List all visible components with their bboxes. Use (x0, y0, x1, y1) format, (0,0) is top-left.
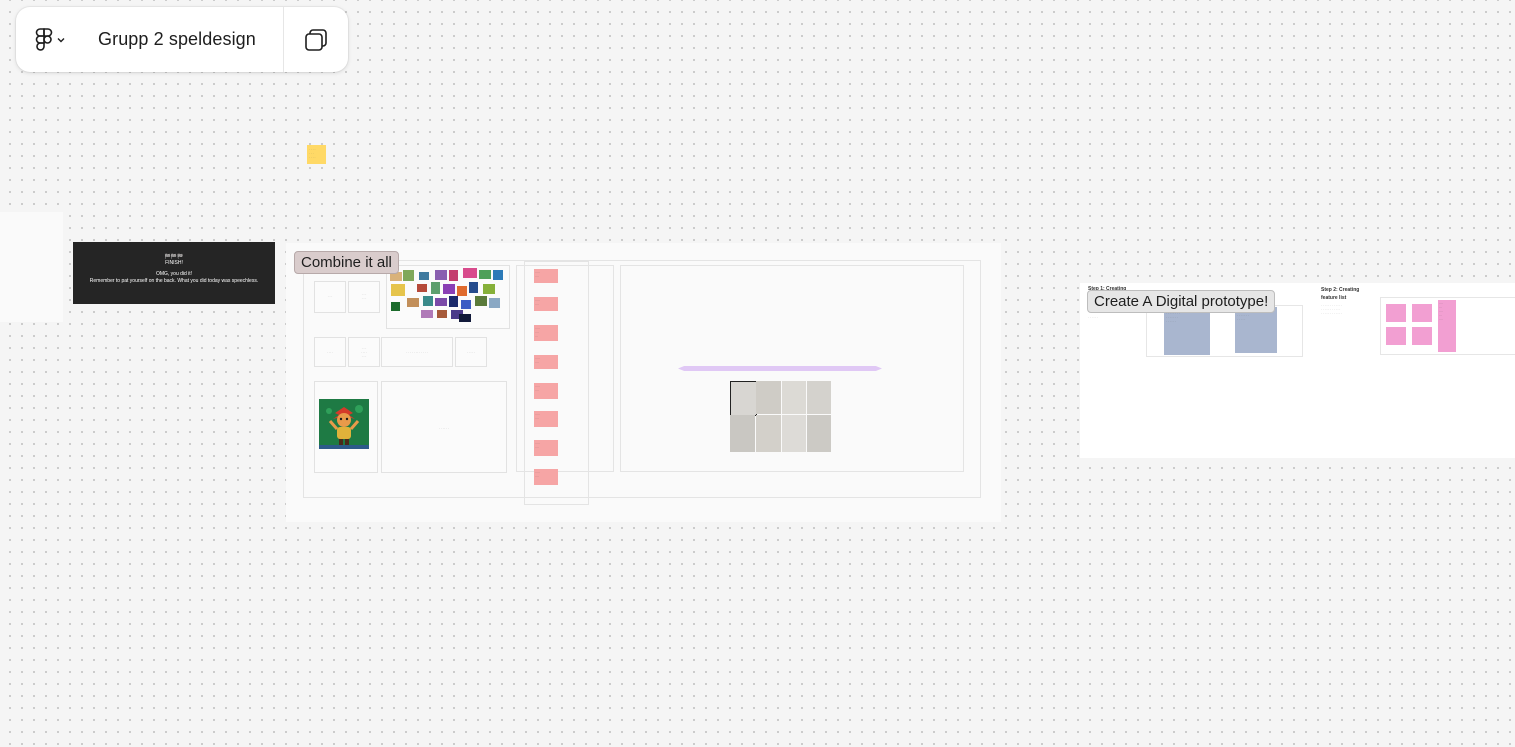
moodboard[interactable] (386, 265, 510, 329)
sticky-note[interactable]: ····· ···· (534, 440, 558, 456)
sticky-note[interactable]: ····· ···· ··· (534, 325, 558, 341)
canvas-frame[interactable] (0, 212, 63, 322)
pages-panel-button[interactable] (284, 7, 348, 72)
finish-line-2: Remember to pat yourself on the back. Wh… (89, 278, 259, 284)
finish-line-1: OMG, you did it! (155, 271, 193, 277)
prototype-section[interactable]: Step 1: Creating Step 2: Creating featur… (1080, 283, 1515, 458)
character-card[interactable] (314, 381, 378, 473)
character-artwork (319, 399, 369, 449)
note-box[interactable]: · · · · · · (381, 381, 507, 473)
sticky-note[interactable]: ····· ···· (534, 411, 558, 427)
note-box[interactable]: · · · · · · · · · · (348, 337, 380, 367)
sketch-grid[interactable] (730, 381, 831, 452)
sticky-note[interactable] (1412, 327, 1432, 345)
sticky-note[interactable]: ····· ···· (534, 297, 558, 311)
figma-logo-icon (35, 27, 52, 51)
note-box[interactable]: · · · · · (455, 337, 487, 367)
sticky-note[interactable]: ····· ···· (534, 355, 558, 369)
sticky-note[interactable]: ····· ···· (534, 269, 558, 283)
step2-note: · · · · · · · · · · · · · · · · · · · · ·… (1321, 303, 1343, 315)
note-box[interactable]: · · · (314, 281, 346, 313)
note-box[interactable]: · · · · (314, 337, 346, 367)
sticky-note[interactable]: ····· ···· (534, 469, 558, 485)
sticky-note[interactable]: ···· ··· ···· ··· ···· (1438, 300, 1456, 352)
sticky-note[interactable] (1386, 327, 1406, 345)
file-name[interactable]: Grupp 2 speldesign (84, 29, 283, 50)
section-label-combine[interactable]: Combine it all (294, 251, 399, 274)
sticky-note[interactable]: ····· ···· (534, 383, 558, 399)
sticky-note[interactable]: · · · · · ·· · · · · · ·· · · · · (1235, 307, 1277, 353)
chevron-down-icon (57, 37, 64, 42)
pages-panel-icon (305, 28, 327, 51)
file-toolbar: Grupp 2 speldesign (16, 7, 348, 72)
finish-card[interactable]: 🏁🏁🏁 FINISH! OMG, you did it! Remember to… (73, 242, 275, 304)
section-label-prototype[interactable]: Create A Digital prototype! (1087, 290, 1276, 313)
sticky-note[interactable] (1412, 304, 1432, 322)
step1-note: · · · · · · (1088, 315, 1099, 319)
note-box[interactable]: · · · · · · (348, 281, 380, 313)
main-menu-button[interactable] (16, 7, 84, 72)
note-box[interactable]: · · · · · · · · · · · · (381, 337, 453, 367)
finish-title: FINISH! (165, 260, 183, 266)
sticky-note[interactable]: · · · · · · · · · · · · · · · · · · · · · (1164, 309, 1210, 355)
combine-section[interactable]: · · · · · ·· · · Combine it all · · · · (286, 243, 1001, 522)
sticky-note[interactable] (1386, 304, 1406, 322)
timeline-arrow (678, 366, 882, 371)
step2-heading: Step 2: Creating feature list (1321, 287, 1360, 301)
sticky-note[interactable]: · · · · · · · · · · · (307, 145, 326, 164)
